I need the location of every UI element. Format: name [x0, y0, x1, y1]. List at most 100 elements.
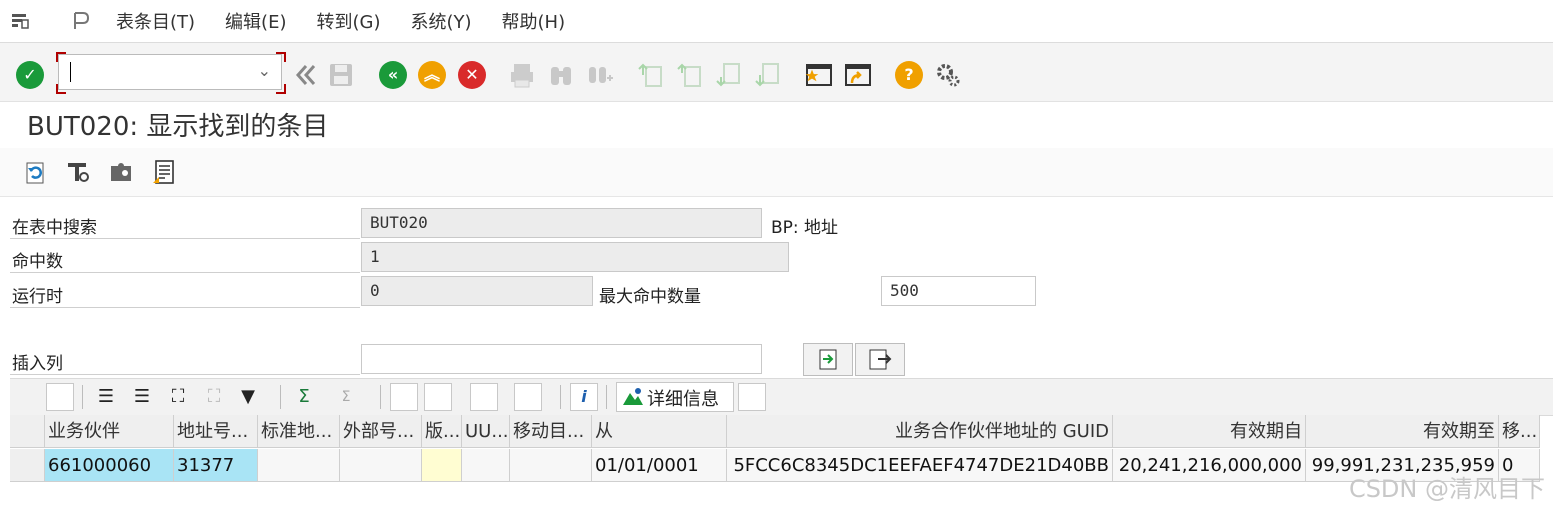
table-cell[interactable]: [422, 449, 462, 482]
last-page-icon: [755, 63, 779, 87]
subtotal-icon: Σ: [341, 389, 351, 405]
views-icon[interactable]: [424, 383, 452, 411]
max-hits-label: 最大命中数量: [599, 287, 701, 307]
settings-gear-icon[interactable]: [934, 61, 962, 89]
menu-goto[interactable]: 转到(G): [316, 8, 380, 34]
find-icon: [551, 67, 571, 85]
document-list-icon[interactable]: [151, 159, 177, 185]
details-button-label: 详细信息: [647, 389, 719, 410]
application-toolbar: [0, 148, 1553, 197]
text-cursor: [70, 62, 71, 82]
column-header[interactable]: UU...: [462, 415, 510, 448]
focus-corner: [56, 84, 66, 94]
menu-edit[interactable]: 编辑(E): [225, 8, 286, 34]
table-cell[interactable]: 01/01/0001: [592, 449, 727, 482]
back-icon[interactable]: «: [379, 61, 407, 89]
table-cell[interactable]: [258, 449, 340, 482]
sort-ascending-icon[interactable]: ☰: [92, 383, 120, 411]
search-table-field: BUT020: [361, 208, 762, 238]
column-header[interactable]: 有效期至: [1306, 415, 1499, 448]
cancel-icon[interactable]: ✕: [458, 61, 486, 89]
insert-column-label: 插入列: [12, 354, 63, 374]
column-header[interactable]: 业务合作伙伴地址的 GUID: [727, 415, 1113, 448]
export-icon[interactable]: [470, 383, 498, 411]
sum-icon[interactable]: Σ: [290, 383, 318, 411]
focus-corner: [276, 84, 286, 94]
max-hits-field[interactable]: 500: [881, 276, 1036, 306]
menu-system[interactable]: 系统(Y): [410, 8, 471, 34]
find-next-binoculars-icon: ⛶: [207, 386, 221, 407]
hits-field: 1: [361, 242, 789, 272]
favorites-icon[interactable]: [72, 11, 92, 31]
select-all-icon[interactable]: [10, 415, 45, 448]
details-zoom-icon[interactable]: [46, 383, 74, 411]
column-header[interactable]: 地址号...: [174, 415, 258, 448]
toolbar-separator: [560, 385, 561, 409]
refresh-icon[interactable]: [22, 159, 48, 185]
column-header[interactable]: 业务伙伴: [45, 415, 174, 448]
find-binoculars-icon[interactable]: ⛶: [164, 383, 192, 411]
info-icon[interactable]: i: [570, 383, 598, 411]
chevron-down-icon[interactable]: ⌄: [258, 61, 271, 80]
first-page-icon: [638, 63, 662, 87]
menu-toggle-icon[interactable]: [10, 11, 30, 31]
column-header[interactable]: 版...: [422, 415, 462, 448]
runtime-label: 运行时: [12, 287, 63, 307]
table-description: BP: 地址: [771, 218, 839, 238]
command-field[interactable]: ⌄: [58, 54, 282, 90]
table-cell[interactable]: [462, 449, 510, 482]
menu-help[interactable]: 帮助(H): [502, 8, 566, 34]
layout-icon[interactable]: [514, 383, 542, 411]
toolbar-separator: [82, 385, 83, 409]
save-icon: [330, 64, 352, 86]
column-header[interactable]: 移...: [1499, 415, 1540, 448]
toolbar-separator: [380, 385, 381, 409]
column-append-icon: [869, 349, 892, 370]
label-divider: [10, 238, 360, 239]
enter-check-icon[interactable]: ✓: [16, 61, 44, 89]
column-header[interactable]: 移动目...: [510, 415, 592, 448]
menu-table-entry[interactable]: 表条目(T): [116, 8, 195, 34]
menu-bar: 表条目(T) 编辑(E) 转到(G) 系统(Y) 帮助(H): [0, 0, 1553, 43]
details-button[interactable]: 详细信息: [616, 382, 734, 412]
column-header[interactable]: 外部号...: [340, 415, 422, 448]
help-icon[interactable]: ?: [895, 61, 923, 89]
column-header[interactable]: 有效期自: [1113, 415, 1306, 448]
insert-column-button[interactable]: [803, 343, 853, 376]
sort-order-icon[interactable]: [738, 383, 766, 411]
focus-corner: [56, 52, 66, 62]
label-divider: [10, 374, 360, 375]
table-cell[interactable]: 31377: [174, 449, 258, 482]
exit-up-icon[interactable]: ︽: [418, 61, 446, 89]
previous-page-icon: [677, 63, 701, 87]
table-cell[interactable]: [510, 449, 592, 482]
next-page-icon: [716, 63, 740, 87]
toolbar-separator: [606, 385, 607, 409]
sort-descending-icon[interactable]: ☰: [128, 383, 156, 411]
page-title: BUT020: 显示找到的条目: [27, 112, 329, 142]
table-cell[interactable]: 661000060: [45, 449, 174, 482]
append-column-button[interactable]: [855, 343, 905, 376]
label-divider: [10, 272, 360, 273]
table-cell[interactable]: 5FCC6C8345DC1EEFAEF4747DE21D40BB: [727, 449, 1113, 482]
print-preview-icon[interactable]: [390, 383, 418, 411]
table-cell[interactable]: [340, 449, 422, 482]
watermark: CSDN @清风目下: [1348, 475, 1545, 503]
hits-label: 命中数: [12, 252, 63, 272]
back-double-chevron-icon[interactable]: [292, 61, 320, 89]
focus-corner: [276, 52, 286, 62]
row-selector[interactable]: [10, 449, 45, 482]
new-session-icon[interactable]: [805, 61, 833, 89]
column-header[interactable]: 标准地...: [258, 415, 340, 448]
find-next-icon: [589, 67, 613, 83]
create-shortcut-icon[interactable]: [844, 61, 872, 89]
column-header[interactable]: 从: [592, 415, 727, 448]
tools-icon[interactable]: [65, 159, 91, 185]
print-icon: [511, 64, 533, 88]
puzzle-icon[interactable]: [108, 159, 134, 185]
search-table-label: 在表中搜索: [12, 218, 97, 238]
insert-column-field[interactable]: [361, 344, 762, 374]
table-cell[interactable]: 20,241,216,000,000: [1113, 449, 1306, 482]
filter-icon[interactable]: ▼: [234, 383, 262, 411]
toolbar-separator: [280, 385, 281, 409]
